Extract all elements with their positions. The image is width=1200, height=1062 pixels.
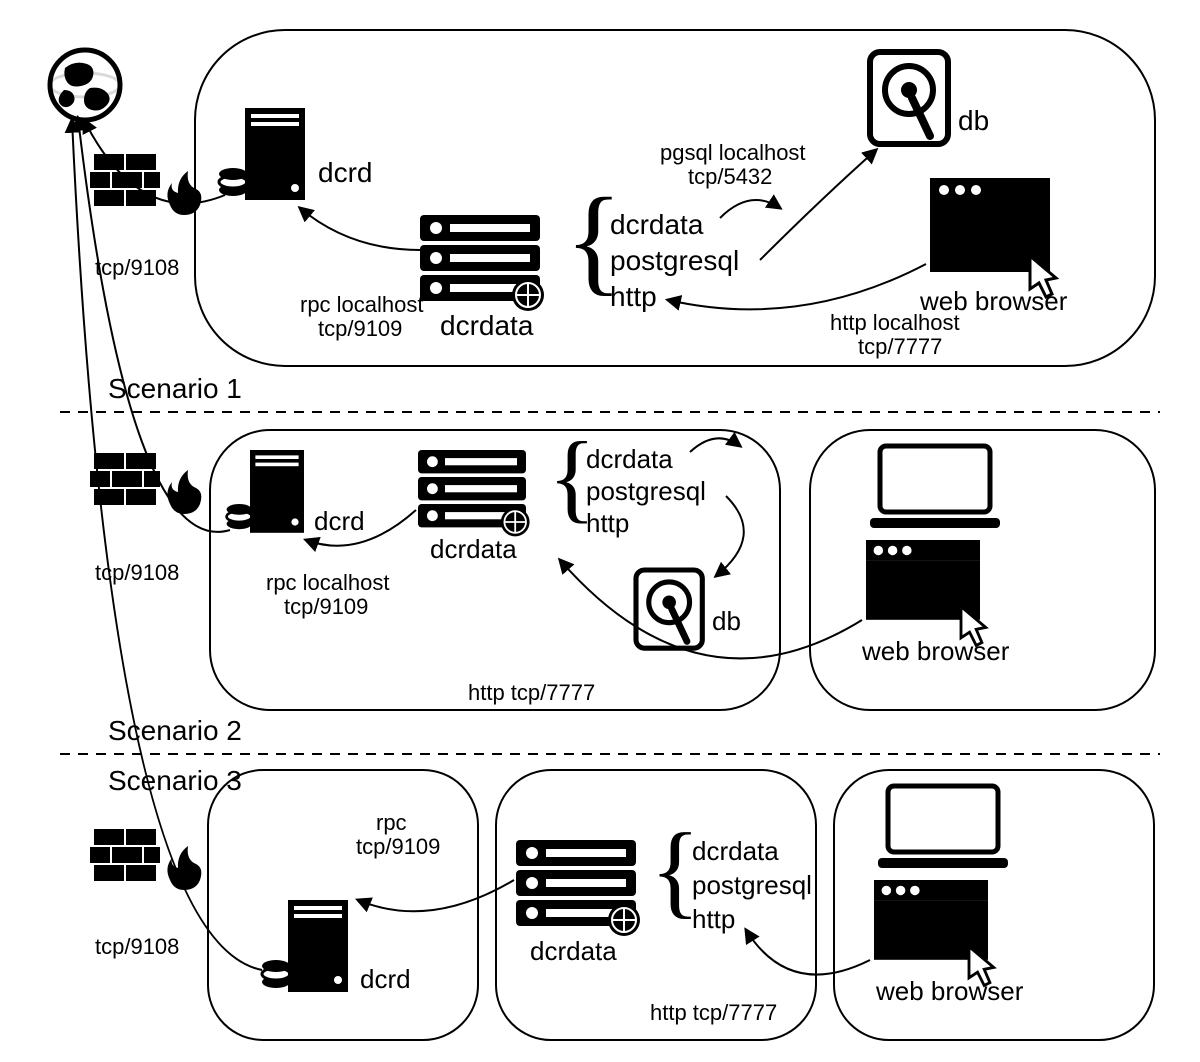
loop-arrow-s1 [720,200,780,218]
harddisk-icon [636,570,702,648]
loop-arrow-s2 [690,438,740,452]
service-http: http [610,281,657,312]
browser-window-icon [930,178,1056,297]
arrow-browser-to-http-s2 [560,560,862,658]
pgsql-l2: tcp/5432 [688,164,772,189]
rack-server-icon [516,840,640,936]
web-browser-label-s3: web browser [875,976,1024,1006]
rpc9109-l1-s1: rpc localhost [300,292,424,317]
dcrdata-label-s3: dcrdata [530,936,617,966]
rpc9109-l2-s2: tcp/9109 [284,594,368,619]
firewall-icon [91,155,201,215]
tcp-9108-label-s1: tcp/9108 [95,255,179,280]
computer-icon [878,786,1008,868]
dcrdata-label: dcrdata [440,310,534,341]
scenario2-label: Scenario 2 [108,715,242,746]
service-postgresql-s3: postgresql [692,870,812,900]
rack-server-icon [420,215,544,311]
service-postgresql: postgresql [610,245,739,276]
server-tower-icon [219,108,305,200]
browser-window-icon [866,540,986,645]
http7777-s2: http tcp/7777 [468,680,595,705]
globe-icon [50,50,120,120]
arrow-pg-to-db-s2 [716,496,744,576]
firewall-icon [91,830,201,890]
dcrd-label-s3: dcrd [360,964,411,994]
rpc-l1-s3: rpc [376,810,407,835]
service-http-s3: http [692,904,735,934]
rpc9109-l2-s1: tcp/9109 [318,316,402,341]
computer-icon [870,446,1000,528]
rpc9109-l1-s2: rpc localhost [266,570,390,595]
service-dcrdata-s2: dcrdata [586,444,673,474]
dcrdata-label-s2: dcrdata [430,534,517,564]
arrow-dcrdata-to-dcrd-s3 [358,880,514,911]
service-postgresql-s2: postgresql [586,476,706,506]
browser-window-icon [874,880,994,985]
db-label-s2: db [712,606,741,636]
tcp-9108-label-s3: tcp/9108 [95,934,179,959]
arrow-dcrdata-to-db-s1 [760,150,876,260]
arrow-browser-to-http-s3 [746,930,870,975]
http-localhost-l1: http localhost [830,310,960,335]
server-tower-icon [227,450,304,533]
diagram-canvas: dcrd dcrdata { dcrdata postgresql http d… [0,0,1200,1062]
firewall-icon [91,454,201,514]
service-http-s2: http [586,508,629,538]
harddisk-icon [870,52,948,144]
db-label: db [958,105,989,136]
arrow-dcrdata-to-dcrd-s1 [300,208,420,250]
web-browser-label-s2: web browser [861,636,1010,666]
service-dcrdata-s3: dcrdata [692,836,779,866]
dcrd-label-s2: dcrd [314,506,365,536]
service-dcrdata: dcrdata [610,209,704,240]
http7777-s3: http tcp/7777 [650,1000,777,1025]
rack-server-icon [418,450,530,536]
server-tower-icon [262,900,348,992]
dcrd-label: dcrd [318,157,372,188]
scenario2-client-box [810,430,1155,710]
pgsql-l1: pgsql localhost [660,140,806,165]
http-localhost-l2: tcp/7777 [858,334,942,359]
rpc-l2-s3: tcp/9109 [356,834,440,859]
scenario3-label: Scenario 3 [108,765,242,796]
